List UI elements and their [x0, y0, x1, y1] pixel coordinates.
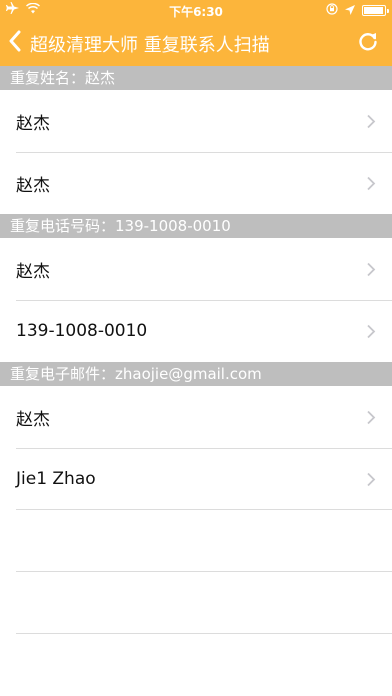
chevron-right-icon	[367, 262, 376, 277]
chevron-left-icon	[8, 30, 22, 56]
nav-bar: 超级清理大师 重复联系人扫描	[0, 20, 392, 66]
list-item-label: 139-1008-0010	[16, 321, 148, 341]
chevron-right-icon	[367, 410, 376, 425]
list-item[interactable]: 赵杰	[0, 386, 392, 448]
location-arrow-icon	[345, 4, 355, 18]
list-item[interactable]: 赵杰	[0, 90, 392, 152]
status-bar: 下午6:30	[0, 0, 392, 20]
nav-title: 超级清理大师 重复联系人扫描	[30, 35, 270, 56]
chevron-right-icon	[367, 324, 376, 339]
chevron-right-icon	[367, 176, 376, 191]
list-item[interactable]: 赵杰	[0, 152, 392, 214]
battery-icon	[362, 5, 389, 16]
list-item[interactable]: 赵杰	[0, 238, 392, 300]
section-header-duplicate-phone: 重复电话号码：139-1008-0010	[0, 214, 392, 238]
back-button[interactable]	[8, 28, 28, 58]
list-item-label: 赵杰	[16, 113, 50, 134]
list-item-label: 赵杰	[16, 175, 50, 196]
top-bar: 下午6:30 超级清理大师 重复联系人扫描	[0, 0, 392, 66]
list-item[interactable]: Jie1 Zhao	[0, 448, 392, 510]
empty-row	[0, 510, 392, 572]
empty-row	[0, 572, 392, 634]
status-right	[326, 3, 389, 18]
list-item-label: 赵杰	[16, 261, 50, 282]
lock-rotation-icon	[326, 3, 338, 18]
section-header-duplicate-email: 重复电子邮件：zhaojie@gmail.com	[0, 362, 392, 386]
chevron-right-icon	[367, 114, 376, 129]
screen: 下午6:30 超级清理大师 重复联系人扫描 重复姓名：赵杰 赵杰 赵杰 重复电话…	[0, 0, 392, 696]
refresh-button[interactable]	[354, 29, 382, 57]
refresh-icon	[357, 30, 379, 56]
contact-list: 重复姓名：赵杰 赵杰 赵杰 重复电话号码：139-1008-0010 赵杰 13…	[0, 66, 392, 634]
chevron-right-icon	[367, 472, 376, 487]
list-item-label: Jie1 Zhao	[16, 469, 96, 489]
section-header-duplicate-name: 重复姓名：赵杰	[0, 66, 392, 90]
list-item-label: 赵杰	[16, 409, 50, 430]
list-item[interactable]: 139-1008-0010	[0, 300, 392, 362]
